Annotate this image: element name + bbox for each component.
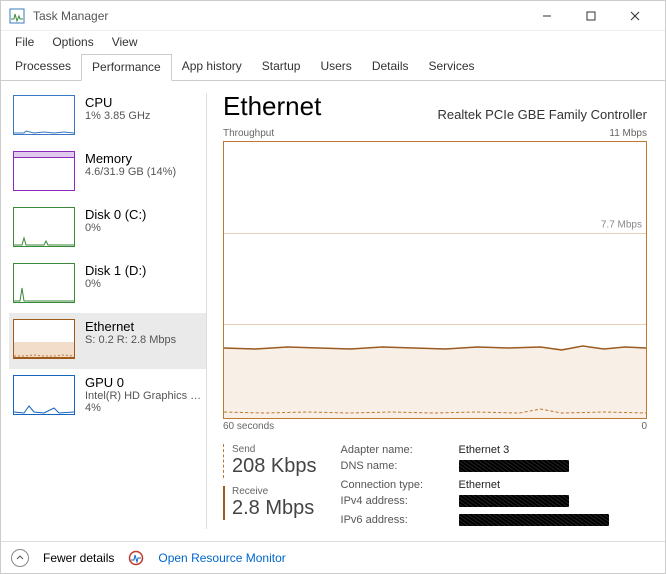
window-title: Task Manager — [33, 9, 108, 23]
close-button[interactable] — [613, 1, 657, 31]
chevron-up-icon[interactable] — [11, 549, 29, 567]
connection-type-value: Ethernet — [459, 479, 609, 491]
tab-users[interactable]: Users — [310, 54, 361, 81]
menu-view[interactable]: View — [104, 33, 146, 51]
graph-x-right: 0 — [641, 421, 647, 432]
graph-receive-line — [224, 340, 646, 356]
sidebar-item-label: Disk 0 (C:) — [85, 207, 146, 222]
tab-performance[interactable]: Performance — [81, 54, 172, 81]
disk-thumbnail — [13, 207, 75, 247]
tab-processes[interactable]: Processes — [5, 54, 81, 81]
cpu-thumbnail — [13, 95, 75, 135]
ipv4-value — [459, 495, 609, 510]
memory-thumbnail — [13, 151, 75, 191]
send-value: 208 Kbps — [232, 455, 317, 478]
graph-send-line — [224, 404, 646, 416]
maximize-button[interactable] — [569, 1, 613, 31]
receive-value: 2.8 Mbps — [232, 497, 317, 520]
menubar: File Options View — [1, 31, 665, 53]
ethernet-thumbnail — [13, 319, 75, 359]
send-label: Send — [232, 444, 317, 455]
disk-thumbnail — [13, 263, 75, 303]
sidebar-item-label: GPU 0 — [85, 375, 202, 390]
detail-panel: Ethernet Realtek PCIe GBE Family Control… — [207, 81, 665, 541]
dns-name-value — [459, 460, 609, 475]
bottom-bar: Fewer details Open Resource Monitor — [1, 541, 665, 573]
sidebar-item-sub: Intel(R) HD Graphics P46 — [85, 390, 202, 402]
sidebar-item-gpu[interactable]: GPU 0 Intel(R) HD Graphics P46 4% — [9, 369, 206, 425]
menu-options[interactable]: Options — [44, 33, 101, 51]
ipv4-label: IPv4 address: — [341, 495, 451, 510]
gpu-thumbnail — [13, 375, 75, 415]
tab-startup[interactable]: Startup — [252, 54, 311, 81]
detail-title: Ethernet — [223, 91, 321, 122]
sidebar-item-sub: 0% — [85, 278, 146, 290]
resource-monitor-icon — [128, 550, 144, 566]
resource-list: CPU 1% 3.85 GHz Memory 4.6/31.9 GB (14%)… — [1, 81, 206, 541]
receive-stat: Receive 2.8 Mbps — [223, 486, 317, 520]
sidebar-item-label: Disk 1 (D:) — [85, 263, 146, 278]
adapter-name-value: Ethernet 3 — [459, 444, 609, 456]
sidebar-item-disk0[interactable]: Disk 0 (C:) 0% — [9, 201, 206, 257]
sidebar-item-sub2: 4% — [85, 402, 202, 414]
graph-x-left: 60 seconds — [223, 421, 274, 432]
tab-app-history[interactable]: App history — [172, 54, 252, 81]
main-area: CPU 1% 3.85 GHz Memory 4.6/31.9 GB (14%)… — [1, 81, 665, 541]
open-resource-monitor-link[interactable]: Open Resource Monitor — [158, 551, 285, 565]
dns-name-label: DNS name: — [341, 460, 451, 475]
menu-file[interactable]: File — [7, 33, 42, 51]
tab-services[interactable]: Services — [419, 54, 485, 81]
sidebar-item-sub: 4.6/31.9 GB (14%) — [85, 166, 176, 178]
sidebar-item-sub: 1% 3.85 GHz — [85, 110, 150, 122]
sidebar-item-cpu[interactable]: CPU 1% 3.85 GHz — [9, 89, 206, 145]
sidebar-item-label: Memory — [85, 151, 176, 166]
graph-label-right: 11 Mbps — [609, 128, 647, 139]
sidebar-item-memory[interactable]: Memory 4.6/31.9 GB (14%) — [9, 145, 206, 201]
adapter-name-label: Adapter name: — [341, 444, 451, 456]
graph-ytick: 7.7 Mbps — [601, 219, 642, 230]
adapter-info: Adapter name: Ethernet 3 DNS name: Conne… — [341, 444, 609, 529]
send-stat: Send 208 Kbps — [223, 444, 317, 478]
receive-label: Receive — [232, 486, 317, 497]
sidebar-item-sub: 0% — [85, 222, 146, 234]
detail-subtitle: Realtek PCIe GBE Family Controller — [437, 107, 647, 122]
minimize-button[interactable] — [525, 1, 569, 31]
tab-details[interactable]: Details — [362, 54, 419, 81]
titlebar: Task Manager — [1, 1, 665, 31]
sidebar-item-label: CPU — [85, 95, 150, 110]
tab-strip: Processes Performance App history Startu… — [1, 53, 665, 81]
ipv6-label: IPv6 address: — [341, 514, 451, 529]
sidebar-item-sub: S: 0.2 R: 2.8 Mbps — [85, 334, 176, 346]
graph-label-left: Throughput — [223, 128, 274, 139]
sidebar-item-label: Ethernet — [85, 319, 176, 334]
sidebar-item-ethernet[interactable]: Ethernet S: 0.2 R: 2.8 Mbps — [9, 313, 206, 369]
fewer-details-button[interactable]: Fewer details — [43, 551, 114, 565]
throughput-graph: 7.7 Mbps — [223, 141, 647, 419]
sidebar-item-disk1[interactable]: Disk 1 (D:) 0% — [9, 257, 206, 313]
ipv6-value — [459, 514, 609, 529]
connection-type-label: Connection type: — [341, 479, 451, 491]
task-manager-icon — [9, 8, 25, 24]
